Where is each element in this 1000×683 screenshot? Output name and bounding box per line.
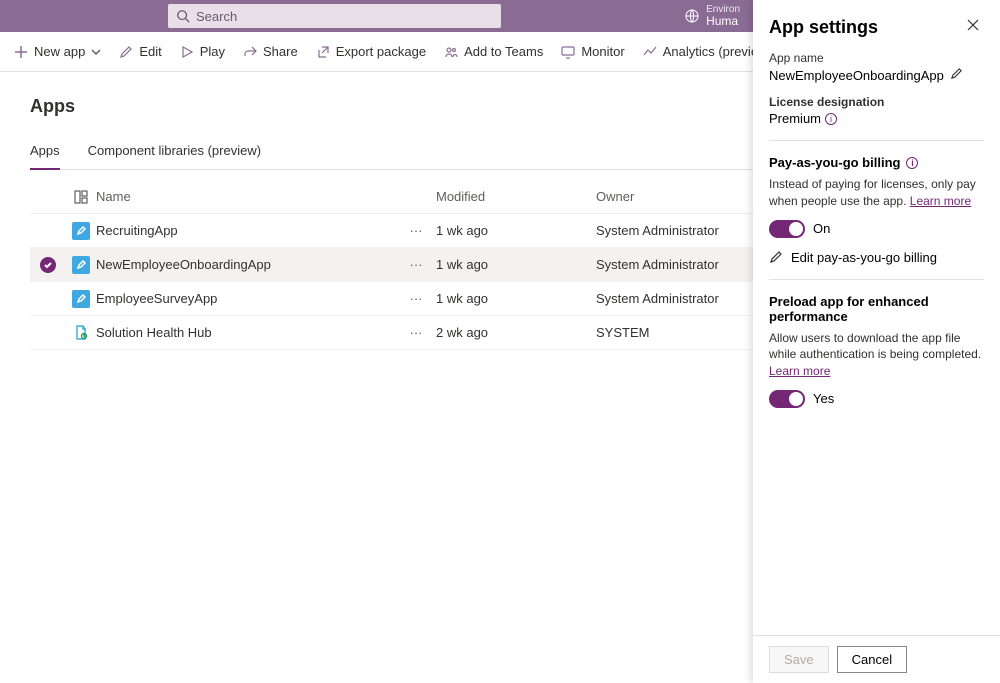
new-app-button[interactable]: New app <box>14 44 101 59</box>
app-type-icon <box>66 324 96 342</box>
model-app-icon <box>72 324 90 342</box>
share-icon <box>243 45 257 59</box>
canvas-app-icon <box>72 290 90 308</box>
save-button[interactable]: Save <box>769 646 829 673</box>
app-name: EmployeeSurveyApp <box>96 291 396 306</box>
search-icon <box>176 9 190 23</box>
analytics-icon <box>643 45 657 59</box>
divider <box>769 279 984 280</box>
app-name: RecruitingApp <box>96 223 396 238</box>
app-type-icon <box>66 222 96 240</box>
appname-value: NewEmployeeOnboardingApp <box>769 68 944 83</box>
canvas-app-icon <box>72 256 90 274</box>
app-name: NewEmployeeOnboardingApp <box>96 257 396 272</box>
export-icon <box>316 45 330 59</box>
monitor-label: Monitor <box>581 44 624 59</box>
column-modified-header[interactable]: Modified <box>436 189 596 204</box>
license-label: License designation <box>769 95 984 109</box>
column-name-header[interactable]: Name <box>96 189 396 204</box>
app-name: Solution Health Hub <box>96 325 396 340</box>
more-actions-button[interactable]: ··· <box>396 291 436 306</box>
canvas-app-icon <box>72 222 90 240</box>
billing-toggle[interactable] <box>769 220 805 238</box>
search-placeholder: Search <box>196 9 237 24</box>
check-icon <box>40 257 56 273</box>
monitor-icon <box>561 45 575 59</box>
monitor-button[interactable]: Monitor <box>561 44 624 59</box>
edit-billing-label: Edit pay-as-you-go billing <box>791 250 937 265</box>
modified-value: 2 wk ago <box>436 325 596 340</box>
share-label: Share <box>263 44 298 59</box>
preload-title: Preload app for enhanced performance <box>769 294 984 324</box>
edit-button[interactable]: Edit <box>119 44 161 59</box>
modified-value: 1 wk ago <box>436 257 596 272</box>
info-icon[interactable]: i <box>906 157 918 169</box>
share-button[interactable]: Share <box>243 44 298 59</box>
app-type-icon <box>66 256 96 274</box>
search-input[interactable]: Search <box>168 4 501 28</box>
app-type-icon <box>66 290 96 308</box>
export-button[interactable]: Export package <box>316 44 426 59</box>
close-icon <box>966 18 980 32</box>
billing-toggle-label: On <box>813 221 830 236</box>
edit-appname-button[interactable] <box>950 67 963 83</box>
preload-toggle-label: Yes <box>813 391 834 406</box>
preload-toggle[interactable] <box>769 390 805 408</box>
modified-value: 1 wk ago <box>436 291 596 306</box>
add-to-teams-button[interactable]: Add to Teams <box>444 44 543 59</box>
play-button[interactable]: Play <box>180 44 225 59</box>
modified-value: 1 wk ago <box>436 223 596 238</box>
billing-description: Instead of paying for licenses, only pay… <box>769 176 984 210</box>
divider <box>769 140 984 141</box>
cancel-button[interactable]: Cancel <box>837 646 907 673</box>
more-actions-button[interactable]: ··· <box>396 223 436 238</box>
panel-title: App settings <box>769 17 878 38</box>
preload-description: Allow users to download the app file whi… <box>769 330 984 380</box>
app-settings-panel: App settings App name NewEmployeeOnboard… <box>753 0 1000 683</box>
environment-label: Environ <box>706 4 740 15</box>
pencil-icon <box>769 250 783 264</box>
close-button[interactable] <box>962 14 984 41</box>
edit-label: Edit <box>139 44 161 59</box>
environment-picker[interactable]: Environ Huma <box>684 4 740 28</box>
pencil-icon <box>119 45 133 59</box>
layout-icon <box>74 190 88 204</box>
info-icon[interactable]: i <box>825 113 837 125</box>
more-actions-button[interactable]: ··· <box>396 325 436 340</box>
environment-value: Huma <box>706 15 740 28</box>
learn-more-link[interactable]: Learn more <box>910 194 971 208</box>
play-label: Play <box>200 44 225 59</box>
appname-label: App name <box>769 51 984 65</box>
panel-footer: Save Cancel <box>753 635 1000 683</box>
edit-billing-button[interactable]: Edit pay-as-you-go billing <box>769 250 984 265</box>
chevron-down-icon <box>91 47 101 57</box>
environment-text: Environ Huma <box>706 4 740 28</box>
pencil-icon <box>950 67 963 80</box>
play-icon <box>180 45 194 59</box>
new-app-label: New app <box>34 44 85 59</box>
billing-title: Pay-as-you-go billing <box>769 155 900 170</box>
export-label: Export package <box>336 44 426 59</box>
row-selector[interactable] <box>30 257 66 273</box>
learn-more-link[interactable]: Learn more <box>769 364 830 378</box>
teams-icon <box>444 45 458 59</box>
more-actions-button[interactable]: ··· <box>396 257 436 272</box>
teams-label: Add to Teams <box>464 44 543 59</box>
environment-icon <box>684 8 700 24</box>
tab-apps[interactable]: Apps <box>30 135 60 170</box>
column-view-icon[interactable] <box>66 190 96 204</box>
tab-component-libraries[interactable]: Component libraries (preview) <box>88 135 261 169</box>
license-value: Premium <box>769 111 821 126</box>
plus-icon <box>14 45 28 59</box>
